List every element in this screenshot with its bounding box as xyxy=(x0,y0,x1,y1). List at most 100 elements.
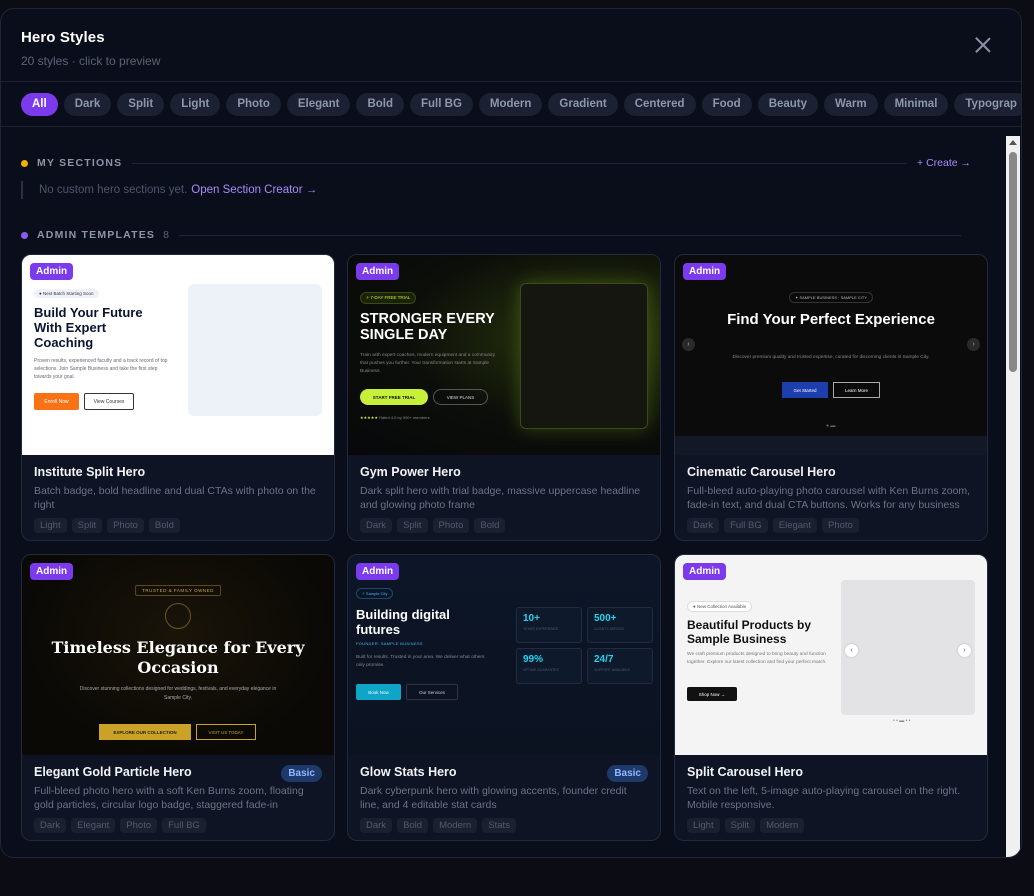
card-preview: Admin ⚡ 7-DAY FREE TRIAL STRONGER EVERY … xyxy=(348,255,660,455)
tag: Dark xyxy=(360,518,393,533)
admin-templates-dot xyxy=(21,231,28,239)
filter-chip-bold[interactable]: Bold xyxy=(356,92,404,116)
template-list[interactable]: MY SECTIONS + Create → No custom hero se… xyxy=(1,127,1006,857)
my-sections-heading: MY SECTIONS + Create → xyxy=(21,157,971,169)
filter-chip-full-bg[interactable]: Full BG xyxy=(410,92,473,116)
chevron-right-icon: › xyxy=(958,644,971,657)
preview-stat-card: 24/7 SUPPORT AVAILABLE xyxy=(587,648,653,684)
star-icons: ★★★★★ xyxy=(360,415,378,420)
card-description: Dark split hero with trial badge, massiv… xyxy=(360,485,641,511)
card-info: Gym Power Hero Dark split hero with tria… xyxy=(360,465,648,533)
tag: Elegant xyxy=(772,518,817,533)
my-sections-title: MY SECTIONS xyxy=(37,157,123,169)
my-sections-empty: No custom hero sections yet. Open Sectio… xyxy=(21,181,317,199)
card-description: Dark cyberpunk hero with glowing accents… xyxy=(360,785,627,811)
card-description: Text on the left, 5-image auto-playing c… xyxy=(687,785,961,811)
tag: Photo xyxy=(107,518,144,533)
filter-chip-elegant[interactable]: Elegant xyxy=(286,92,351,116)
filter-chip-dark[interactable]: Dark xyxy=(63,92,112,116)
filter-chip-light[interactable]: Light xyxy=(170,92,221,116)
filter-chip-all[interactable]: All xyxy=(21,92,58,116)
preview-headline: Timeless Elegance for Every Occasion xyxy=(51,638,305,677)
filter-chip-split[interactable]: Split xyxy=(117,92,165,116)
vertical-scrollbar[interactable] xyxy=(1006,136,1020,858)
preview-cta-primary: Shop Now → xyxy=(687,687,737,701)
card-tags: Dark Full BG Elegant Photo xyxy=(687,518,975,533)
tag: Split xyxy=(397,518,428,533)
admin-badge: Admin xyxy=(30,563,74,580)
stat-value: 24/7 xyxy=(594,654,614,665)
admin-badge: Admin xyxy=(683,263,727,280)
scroll-up-icon[interactable] xyxy=(1009,140,1017,145)
create-section-link[interactable]: + Create → xyxy=(917,157,971,169)
hero-styles-modal: Hero Styles 20 styles · click to preview… xyxy=(0,8,1022,858)
card-info: Institute Split Hero Batch badge, bold h… xyxy=(34,465,322,533)
stat-label: YEARS EXPERIENCE xyxy=(523,627,559,631)
card-title: Gym Power Hero xyxy=(360,465,461,479)
template-card-gym-power-hero[interactable]: Admin ⚡ 7-DAY FREE TRIAL STRONGER EVERY … xyxy=(347,254,661,541)
filter-chip-photo[interactable]: Photo xyxy=(226,92,281,116)
tag: Split xyxy=(71,518,103,533)
preview-pill: TRUSTED & FAMILY OWNED xyxy=(135,585,221,596)
chevron-left-icon: ‹ xyxy=(682,338,695,351)
template-card-split-carousel-hero[interactable]: Admin ● New Collection Available Beautif… xyxy=(674,554,988,841)
filter-chip-minimal[interactable]: Minimal xyxy=(883,92,949,116)
tag: Photo xyxy=(120,818,158,833)
template-card-cinematic-carousel-hero[interactable]: Admin ✦ SAMPLE BUSINESS · SAMPLE CITY Fi… xyxy=(674,254,988,541)
preview-founder-credit: FOUNDER: SAMPLE BUSINESS xyxy=(356,641,423,646)
scroll-down-icon[interactable] xyxy=(1009,857,1017,858)
admin-templates-heading: ADMIN TEMPLATES 8 xyxy=(21,229,971,241)
card-info: Cinematic Carousel Hero Full-bleed auto-… xyxy=(687,465,975,533)
tag: Modern xyxy=(433,818,478,833)
filter-chip-beauty[interactable]: Beauty xyxy=(757,92,819,116)
card-tags: Dark Elegant Photo Full BG xyxy=(34,818,322,833)
preview-cta-primary: START FREE TRIAL xyxy=(360,389,428,405)
tag: Bold xyxy=(397,818,429,833)
card-title: Elegant Gold Particle Hero xyxy=(34,765,192,779)
filter-bar: All Dark Split Light Photo Elegant Bold … xyxy=(1,81,1021,127)
tag: Dark xyxy=(34,818,67,833)
modal-subtitle: 20 styles · click to preview xyxy=(21,54,161,68)
stat-label: SUPPORT AVAILABLE xyxy=(594,668,630,672)
tag: Light xyxy=(34,518,67,533)
preview-headline: Building digital futures xyxy=(356,607,450,637)
rating-text: Rated 4.9 by 900+ members xyxy=(379,415,430,420)
preview-body: We craft premium products designed to br… xyxy=(687,652,827,665)
carousel-dots: ● ▬ xyxy=(826,423,836,429)
preview-pill: ⚡ 7-DAY FREE TRIAL xyxy=(360,292,417,304)
template-card-elegant-gold-particle-hero[interactable]: Admin TRUSTED & FAMILY OWNED Timeless El… xyxy=(21,554,335,841)
preview-body: Train with expert coaches, modern equipm… xyxy=(360,353,496,374)
stat-value: 500+ xyxy=(594,613,617,624)
tag: Full BG xyxy=(724,518,768,533)
preview-logo-badge xyxy=(165,603,191,629)
template-card-institute-split-hero[interactable]: Admin ● Next Batch Starting Soon Build Y… xyxy=(21,254,335,541)
admin-templates-title: ADMIN TEMPLATES xyxy=(37,229,156,241)
tag: Photo xyxy=(432,518,470,533)
my-sections-dot xyxy=(21,159,28,167)
preview-pill: ● Next Batch Starting Soon xyxy=(34,289,99,298)
filter-chip-centered[interactable]: Centered xyxy=(623,92,696,116)
tag: Elegant xyxy=(71,818,116,833)
preview-cta-secondary: Learn More xyxy=(833,382,880,398)
filter-chip-typography[interactable]: Typograp xyxy=(954,92,1021,116)
card-title: Glow Stats Hero xyxy=(360,765,457,779)
scrollbar-thumb[interactable] xyxy=(1009,152,1017,372)
filter-chip-food[interactable]: Food xyxy=(701,92,752,116)
tag: Bold xyxy=(148,518,180,533)
empty-text: No custom hero sections yet. xyxy=(39,184,188,196)
filter-chip-warm[interactable]: Warm xyxy=(824,92,878,116)
tag: Modern xyxy=(760,818,805,833)
card-description: Full-bleed photo hero with a soft Ken Bu… xyxy=(34,785,304,811)
tag: Photo xyxy=(821,518,859,533)
template-card-glow-stats-hero[interactable]: Admin ⚡ Sample City Building digital fut… xyxy=(347,554,661,841)
open-section-creator-link[interactable]: Open Section Creator → xyxy=(191,184,317,196)
card-title: Split Carousel Hero xyxy=(687,765,803,779)
filter-chip-modern[interactable]: Modern xyxy=(478,92,543,116)
filter-chip-gradient[interactable]: Gradient xyxy=(548,92,618,116)
tag: Light xyxy=(687,818,720,833)
admin-badge: Admin xyxy=(683,563,727,580)
preview-photo xyxy=(188,284,322,416)
close-icon[interactable] xyxy=(975,37,991,53)
admin-badge: Admin xyxy=(356,563,400,580)
card-preview: Admin ⚡ Sample City Building digital fut… xyxy=(348,555,660,755)
